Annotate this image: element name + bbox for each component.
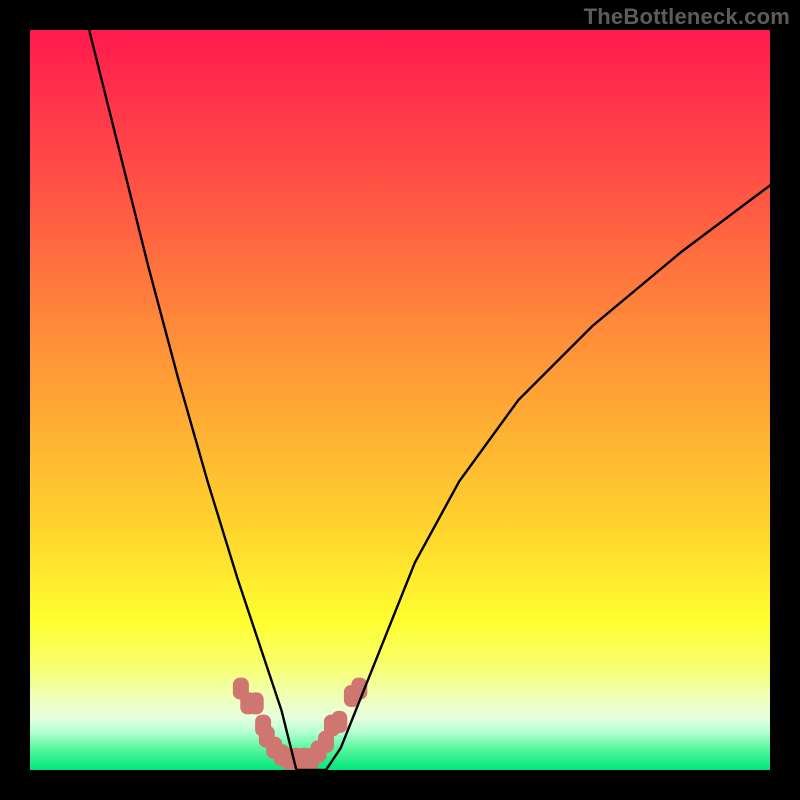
marker-band <box>233 678 367 770</box>
chart-svg <box>30 30 770 770</box>
marker-dot <box>248 692 264 714</box>
watermark-text: TheBottleneck.com <box>584 4 790 30</box>
bottleneck-curve <box>89 30 770 770</box>
marker-dot <box>331 711 347 733</box>
chart-frame: TheBottleneck.com <box>0 0 800 800</box>
